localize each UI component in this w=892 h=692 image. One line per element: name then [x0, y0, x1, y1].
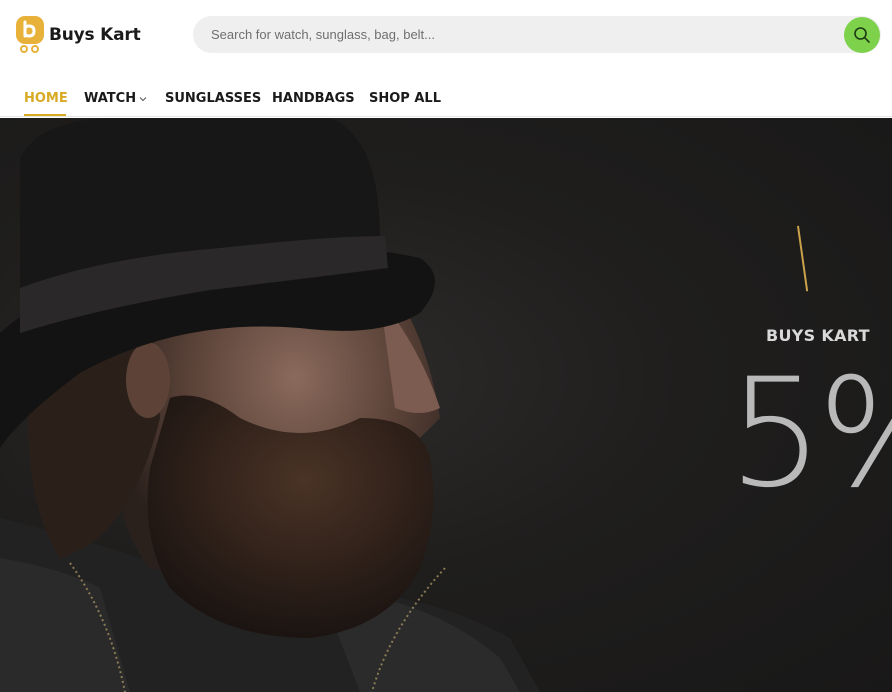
search-icon — [854, 27, 870, 43]
search-bar — [193, 16, 881, 53]
active-nav-indicator — [24, 114, 66, 116]
nav-item-sunglasses[interactable]: SUNGLASSES — [165, 91, 261, 106]
main-nav: HOME WATCH SUNGLASSES HANDBAGS SHOP ALL — [0, 70, 892, 117]
search-input[interactable] — [193, 16, 833, 53]
chevron-down-icon — [139, 96, 147, 101]
nav-item-watch-label: WATCH — [84, 91, 137, 106]
decorative-line — [797, 225, 809, 292]
hero-headline: 5% — [728, 347, 892, 521]
brand-name: Buys Kart — [49, 25, 141, 45]
nav-item-home[interactable]: HOME — [24, 91, 68, 106]
logo-icon — [15, 16, 45, 54]
hero-image — [0, 118, 540, 692]
nav-item-watch[interactable]: WATCH — [84, 91, 147, 106]
logo[interactable]: Buys Kart — [15, 15, 141, 55]
search-button[interactable] — [844, 17, 880, 53]
site-header: Buys Kart — [0, 0, 892, 70]
hero-brand: BUYS KART — [766, 326, 870, 345]
nav-item-handbags[interactable]: HANDBAGS — [272, 91, 355, 106]
nav-item-shop-all[interactable]: SHOP ALL — [369, 91, 441, 106]
hero-banner[interactable]: BUYS KART 5% — [0, 118, 892, 692]
